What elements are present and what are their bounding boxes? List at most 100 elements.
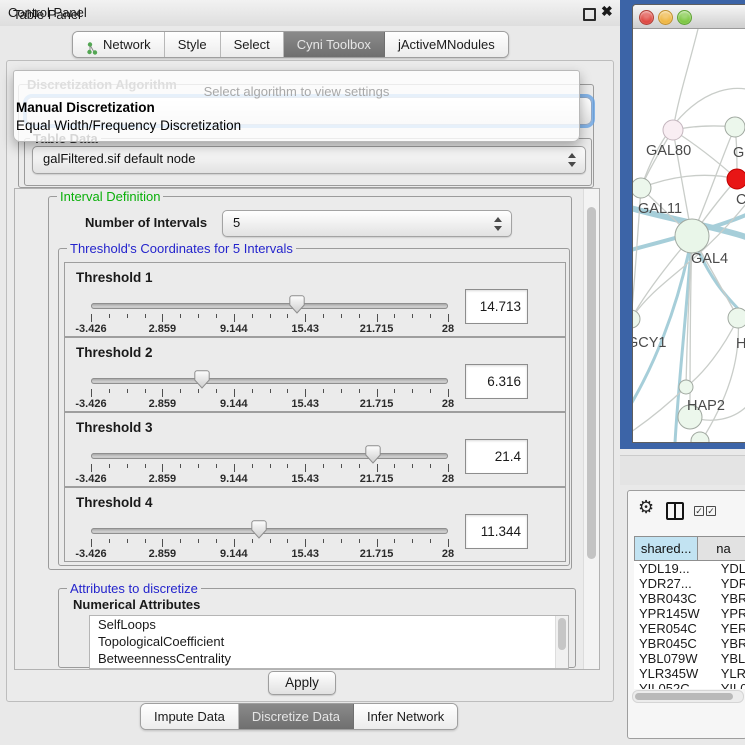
table-cell: YBL0 — [721, 651, 745, 666]
threshold-label: Threshold 2 — [76, 345, 153, 360]
table-row[interactable]: YBR043CYBR0 — [634, 591, 745, 606]
tab-jactivemnodules[interactable]: jActiveMNodules — [385, 32, 508, 57]
table-cell: YDL1 — [721, 561, 745, 576]
network-node[interactable] — [727, 169, 745, 189]
table-row[interactable]: YER054CYER0 — [634, 621, 745, 636]
table-cell: YDL19... — [634, 561, 721, 576]
network-node[interactable] — [728, 308, 745, 328]
scrollbar-thumb[interactable] — [587, 207, 596, 559]
threshold-value-field[interactable]: 21.4 — [465, 439, 528, 474]
network-edge[interactable] — [641, 175, 737, 188]
table-horizontal-scrollbar[interactable] — [632, 690, 744, 703]
numerical-attributes-label: Numerical Attributes — [73, 597, 200, 612]
attribute-item-betweennesscentrality[interactable]: BetweennessCentrality — [90, 650, 568, 667]
network-node[interactable] — [675, 219, 709, 253]
table-cell: YPR145W — [634, 606, 721, 621]
table-cell: YLR3 — [721, 666, 745, 681]
column-header-0[interactable]: shared... — [634, 536, 697, 561]
slider-thumb[interactable] — [251, 520, 267, 539]
close-traffic-light[interactable] — [639, 10, 654, 25]
network-canvas[interactable]: GAL80G.GAL11CGAL4GCY1HHAP2 — [633, 29, 745, 442]
gear-icon[interactable]: ⚙ — [638, 497, 654, 518]
node-label-gal80: GAL80 — [646, 143, 691, 159]
network-node[interactable] — [633, 178, 651, 198]
network-node[interactable] — [663, 120, 683, 140]
slider-ticks — [91, 539, 448, 548]
number-of-intervals-value: 5 — [233, 215, 240, 230]
attributes-scrollbar[interactable] — [555, 616, 568, 668]
slider-track[interactable] — [91, 303, 448, 309]
tab-label: Style — [178, 32, 207, 57]
table-row[interactable]: YBL079WYBL0 — [634, 651, 745, 666]
table-row[interactable]: YBR045CYBR0 — [634, 636, 745, 651]
tab-style[interactable]: Style — [165, 32, 221, 57]
network-edge[interactable] — [686, 318, 738, 387]
node-label-gal11: GAL11 — [638, 201, 682, 217]
tab-select[interactable]: Select — [221, 32, 284, 57]
table-row[interactable]: YLR345WYLR3 — [634, 666, 745, 681]
slider-tick-labels: -3.4262.8599.14415.4321.71528 — [91, 323, 448, 335]
table-data-combobox[interactable]: galFiltered.sif default node — [32, 146, 586, 174]
dropdown-item-manual-discretization[interactable]: Manual Discretization — [16, 100, 155, 115]
settings-vertical-scrollbar[interactable] — [583, 189, 599, 669]
float-window-icon[interactable] — [583, 8, 596, 21]
zoom-traffic-light[interactable] — [677, 10, 692, 25]
attribute-item-selfloops[interactable]: SelfLoops — [90, 616, 568, 633]
slider-thumb[interactable] — [365, 445, 381, 464]
tab-cyni-toolbox[interactable]: Cyni Toolbox — [284, 32, 385, 57]
number-of-intervals-spinner[interactable]: 5 — [222, 210, 512, 237]
node-label-gcy1: GCY1 — [633, 335, 667, 351]
close-icon[interactable]: ✖ — [601, 3, 613, 20]
scrollbar-thumb[interactable] — [635, 693, 733, 700]
slider-track[interactable] — [91, 453, 448, 459]
network-node[interactable] — [725, 117, 745, 137]
table-panel-titlebar — [620, 455, 745, 485]
table-cell: YBL079W — [634, 651, 721, 666]
tab-discretize-data[interactable]: Discretize Data — [239, 704, 354, 729]
number-of-intervals-label: Number of Intervals — [85, 215, 207, 230]
apply-button[interactable]: Apply — [268, 671, 336, 695]
control-panel-titlebar — [0, 0, 620, 26]
threshold-value-field[interactable]: 11.344 — [465, 514, 528, 549]
threshold-3-panel: Threshold 3-3.4262.8599.14415.4321.71528… — [64, 412, 566, 487]
tab-label: Impute Data — [154, 704, 225, 729]
table-row[interactable]: YDL19...YDL1 — [634, 561, 745, 576]
threshold-value-field[interactable]: 6.316 — [465, 364, 528, 399]
tab-infer-network[interactable]: Infer Network — [354, 704, 457, 729]
threshold-slider[interactable]: -3.4262.8599.14415.4321.71528 — [91, 449, 448, 483]
table-row[interactable]: YDR27...YDR2 — [634, 576, 745, 591]
threshold-slider[interactable]: -3.4262.8599.14415.4321.71528 — [91, 374, 448, 408]
tab-network[interactable]: Network — [73, 32, 165, 57]
node-label-gal4: GAL4 — [691, 251, 728, 267]
minimize-traffic-light[interactable] — [658, 10, 673, 25]
tab-label: Select — [234, 32, 270, 57]
slider-tick-labels: -3.4262.8599.14415.4321.71528 — [91, 548, 448, 560]
threshold-value-field[interactable]: 14.713 — [465, 289, 528, 324]
network-node[interactable] — [633, 310, 640, 328]
tab-impute-data[interactable]: Impute Data — [141, 704, 239, 729]
table-row[interactable]: YIL052CYIL0 — [634, 681, 745, 689]
table-row[interactable]: YPR145WYPR1 — [634, 606, 745, 621]
checkbox-icon[interactable]: ✓ — [706, 506, 716, 516]
threshold-slider[interactable]: -3.4262.8599.14415.4321.71528 — [91, 524, 448, 558]
column-header-1[interactable]: na — [697, 536, 745, 561]
network-node[interactable] — [679, 380, 693, 394]
slider-thumb[interactable] — [194, 370, 210, 389]
threshold-label: Threshold 4 — [76, 495, 153, 510]
node-label-h: H — [736, 336, 745, 352]
threshold-slider[interactable]: -3.4262.8599.14415.4321.71528 — [91, 299, 448, 333]
attribute-item-topologicalcoefficient[interactable]: TopologicalCoefficient — [90, 633, 568, 650]
slider-track[interactable] — [91, 378, 448, 384]
network-edge[interactable] — [673, 29, 698, 130]
combo-arrows-icon — [568, 152, 577, 168]
bottom-tab-bar: Impute Data Discretize DataInfer Network — [140, 703, 458, 730]
scrollbar-thumb[interactable] — [558, 618, 566, 650]
slider-thumb[interactable] — [289, 295, 305, 314]
dropdown-item-equal-width-frequency[interactable]: Equal Width/Frequency Discretization — [16, 118, 241, 133]
columns-icon[interactable] — [666, 502, 684, 520]
checkbox-icon[interactable]: ✓ — [694, 506, 704, 516]
network-edge[interactable] — [700, 318, 738, 442]
slider-track[interactable] — [91, 528, 448, 534]
spinner-arrows-icon — [494, 216, 503, 232]
slider-ticks — [91, 464, 448, 473]
